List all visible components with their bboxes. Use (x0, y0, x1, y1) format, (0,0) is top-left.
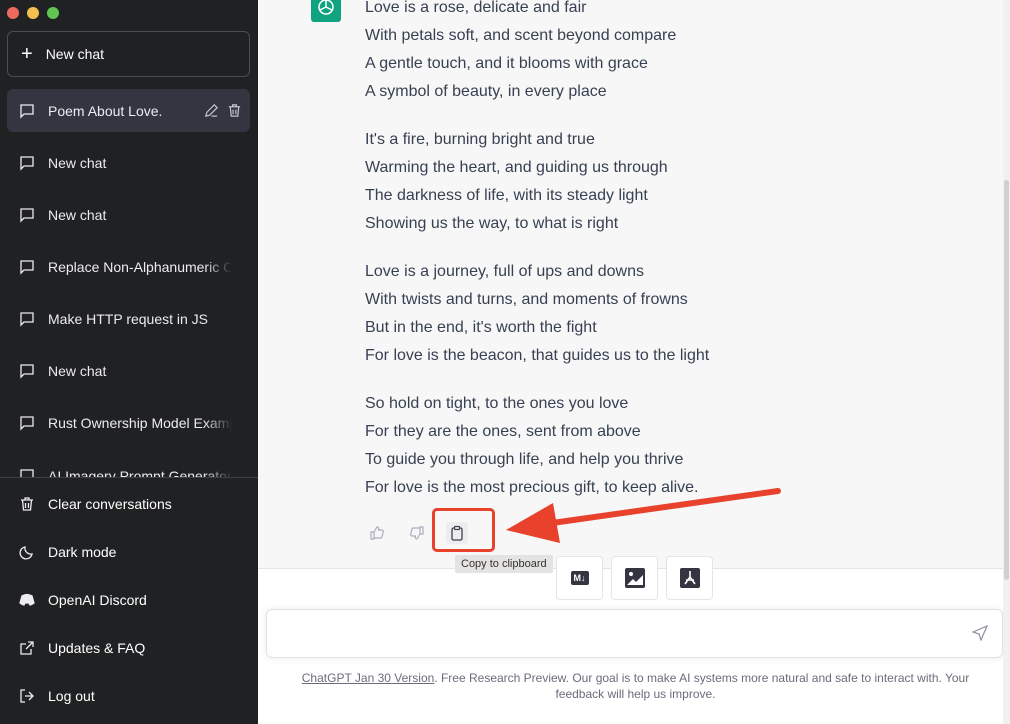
sidebar-dark-mode-button[interactable]: Dark mode (7, 532, 250, 572)
close-window-button[interactable] (7, 7, 19, 19)
poem-line: But in the end, it's worth the fight (365, 319, 597, 336)
poem-stanza: Love is a rose, delicate and fair With pe… (365, 0, 709, 106)
conversation-item[interactable]: Poem About Love. (7, 89, 250, 132)
conversation-item[interactable]: Rust Ownership Model Example (7, 401, 250, 444)
conversation-label: New chat (48, 362, 107, 379)
poem-line: The darkness of life, with its steady li… (365, 187, 648, 204)
thumbs-down-icon (410, 526, 424, 540)
poem-line: For love is the beacon, that guides us t… (365, 347, 710, 364)
discord-icon (19, 593, 35, 606)
conversation-item[interactable]: Make HTTP request in JS (7, 297, 250, 340)
markdown-icon: M↓ (570, 571, 589, 585)
conversation-label: New chat (48, 154, 107, 171)
conversation-label: Replace Non-Alphanumeric Characters (48, 258, 232, 275)
chat-bubble-icon (20, 469, 34, 477)
main: Love is a rose, delicate and fair With pe… (258, 0, 1010, 724)
send-icon[interactable] (972, 625, 988, 641)
sidebar: + New chat Poem About Love. New chat New c… (0, 0, 258, 724)
new-chat-button[interactable]: + New chat (7, 31, 250, 77)
openai-logo-icon (311, 0, 341, 22)
poem-line: So hold on tight, to the ones you love (365, 395, 629, 412)
chat-bubble-icon (20, 363, 34, 379)
edit-icon[interactable] (204, 103, 219, 118)
chat-bubble-icon (20, 103, 34, 119)
conversation-label: Make HTTP request in JS (48, 310, 209, 327)
minimize-window-button[interactable] (27, 7, 39, 19)
thumbs-up-button[interactable] (366, 522, 388, 544)
poem-line: Showing us the way, to what is right (365, 215, 619, 232)
chat-bubble-icon (20, 155, 34, 171)
poem-line: Love is a rose, delicate and fair (365, 0, 587, 16)
message-input-box (266, 609, 1003, 658)
poem-line: For they are the ones, sent from above (365, 423, 641, 440)
poem-line: With petals soft, and scent beyond compa… (365, 27, 677, 44)
version-link[interactable]: ChatGPT Jan 30 Version (302, 671, 435, 685)
sidebar-updates-faq-button[interactable]: Updates & FAQ (7, 628, 250, 668)
moon-icon (19, 546, 33, 560)
sidebar-item-label: Dark mode (48, 544, 117, 560)
sidebar-divider (0, 477, 258, 478)
poem-line: Warming the heart, and guiding us throug… (365, 159, 668, 176)
conversation-label: AI Imagery Prompt Generator (48, 468, 232, 477)
sidebar-log-out-button[interactable]: Log out (7, 676, 250, 716)
sidebar-clear-conversations-button[interactable]: Clear conversations (7, 484, 250, 524)
chat-bubble-icon (20, 311, 34, 327)
poem-text: Love is a rose, delicate and fair With pe… (365, 0, 709, 522)
footer-disclaimer: ChatGPT Jan 30 Version. Free Research Pr… (278, 670, 993, 702)
message-input[interactable] (267, 610, 947, 656)
poem-line: It's a fire, burning bright and true (365, 131, 595, 148)
annotation-arrow (506, 488, 781, 543)
scrollbar[interactable] (1003, 0, 1010, 724)
assistant-message: Love is a rose, delicate and fair With pe… (258, 0, 1003, 573)
sidebar-item-label: Clear conversations (48, 496, 172, 512)
image-icon (624, 568, 645, 588)
conversation-label: New chat (48, 206, 107, 223)
sidebar-openai-discord-button[interactable]: OpenAI Discord (7, 580, 250, 620)
conversation-item[interactable]: New chat (7, 193, 250, 236)
annotation-highlight-box (432, 508, 495, 552)
chat-bubble-icon (20, 415, 34, 431)
poem-stanza: It's a fire, burning bright and true Warm… (365, 126, 709, 238)
trash-icon (21, 497, 33, 511)
trash-icon[interactable] (227, 103, 242, 118)
thumbs-down-button[interactable] (406, 522, 428, 544)
conversation-item[interactable]: Replace Non-Alphanumeric Characters (7, 245, 250, 288)
thumbs-up-icon (370, 526, 384, 540)
footer-text: . Free Research Preview. Our goal is to … (434, 671, 970, 701)
logout-icon (20, 689, 34, 703)
tooltip: Copy to clipboard (455, 555, 553, 573)
export-pdf-button[interactable] (666, 556, 713, 600)
window-controls (7, 7, 59, 19)
export-markdown-button[interactable]: M↓ (556, 556, 603, 600)
poem-line: A symbol of beauty, in every place (365, 83, 607, 100)
conversation-item[interactable]: AI Imagery Prompt Generator (7, 464, 250, 477)
sidebar-item-label: OpenAI Discord (48, 592, 147, 608)
export-image-button[interactable] (611, 556, 658, 600)
poem-line: To guide you through life, and help you … (365, 451, 684, 468)
conversation-item[interactable]: New chat (7, 349, 250, 392)
poem-stanza: Love is a journey, full of ups and downs… (365, 258, 709, 370)
new-chat-label: New chat (45, 46, 105, 62)
plus-icon: + (21, 43, 33, 65)
poem-line: With twists and turns, and moments of fr… (365, 291, 688, 308)
poem-line: Love is a journey, full of ups and downs (365, 263, 644, 280)
poem-line: A gentle touch, and it blooms with grace (365, 55, 648, 72)
conversation-item[interactable]: New chat (7, 141, 250, 184)
sidebar-item-label: Log out (48, 688, 95, 704)
pdf-icon (679, 568, 700, 588)
sidebar-item-label: Updates & FAQ (48, 640, 146, 656)
external-link-icon (20, 641, 34, 655)
chat-bubble-icon (20, 259, 34, 275)
maximize-window-button[interactable] (47, 7, 59, 19)
conversation-label: Rust Ownership Model Example (48, 414, 232, 431)
chat-bubble-icon (20, 207, 34, 223)
